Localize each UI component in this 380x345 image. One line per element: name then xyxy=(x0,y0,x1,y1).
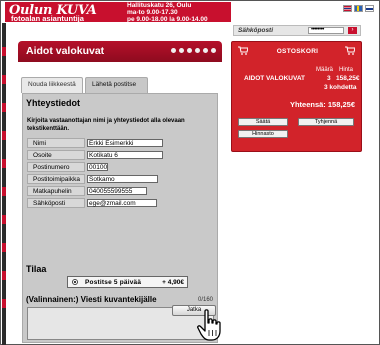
rail-marker xyxy=(2,299,6,308)
rail-marker xyxy=(2,159,6,168)
shipping-option[interactable]: Postitse 5 päivää + 4,90€ xyxy=(67,276,188,288)
step-indicator xyxy=(171,48,216,53)
field-row-address: Osoite Kotikatu 6 xyxy=(27,150,213,161)
tab-mail[interactable]: Lähetä postitse xyxy=(85,77,148,93)
panel-header: Aidot valokuvat xyxy=(18,41,222,62)
rail-marker xyxy=(2,131,6,140)
rail-marker xyxy=(2,187,6,196)
email-input[interactable]: ege@zmail.com xyxy=(87,199,157,207)
field-row-name: Nimi Erkki Esimerkki xyxy=(27,138,213,149)
cart-column-price: Hinta xyxy=(339,67,354,73)
cart-item-price: 158,25€ xyxy=(336,75,360,82)
postcode-input[interactable]: 00100 xyxy=(87,163,108,171)
english-flag-icon[interactable] xyxy=(343,5,352,12)
cart-title: OSTOSKORI xyxy=(276,48,319,55)
hours-friday: pe 9.00-18.00 la 9.00-14.00 xyxy=(127,16,208,23)
step-dot xyxy=(171,48,176,53)
rail-marker xyxy=(2,243,6,252)
step-dot xyxy=(187,48,192,53)
city-input[interactable]: Sotkamo xyxy=(87,175,158,183)
language-flags xyxy=(343,5,374,12)
field-row-postcode: Postinumero 00100 xyxy=(27,162,213,173)
name-input[interactable]: Erkki Esimerkki xyxy=(87,139,163,147)
store-hours: Hallituskatu 26, Oulu ma-to 9.00-17.30 p… xyxy=(127,2,208,23)
address-input[interactable]: Kotikatu 6 xyxy=(87,151,163,159)
field-label: Matkapuhelin xyxy=(27,186,85,196)
delivery-tabs: Nouda liikkeestä Lähetä postitse xyxy=(18,77,222,93)
shipping-price: + 4,90€ xyxy=(162,279,184,286)
field-label: Osoite xyxy=(27,150,85,160)
left-rail xyxy=(2,23,6,345)
phone-input[interactable]: 040055599555 xyxy=(87,187,147,195)
rail-marker xyxy=(2,271,6,280)
login-bar: Sähköposti •••••••• › xyxy=(233,25,361,36)
swedish-flag-icon[interactable] xyxy=(354,5,363,12)
field-row-email: Sähköposti ege@zmail.com xyxy=(27,198,213,209)
message-counter: 0/160 xyxy=(197,297,213,303)
step-dot xyxy=(211,48,216,53)
cart-item-count: 3 kohdetta xyxy=(324,84,357,91)
header: Oulun KUVA fotoalan asiantuntija Hallitu… xyxy=(2,2,378,23)
logo[interactable]: Oulun KUVA fotoalan asiantuntija Hallitu… xyxy=(5,2,231,23)
order-heading: Tilaa xyxy=(26,264,47,274)
login-email-label: Sähköposti xyxy=(238,27,274,34)
shipping-radio[interactable] xyxy=(72,279,78,285)
hand-cursor-icon xyxy=(197,309,221,341)
step-dot xyxy=(179,48,184,53)
rail-marker xyxy=(2,75,6,84)
shipping-label: Postitse 5 päivää xyxy=(85,279,142,286)
finnish-flag-icon[interactable] xyxy=(365,5,374,12)
contact-heading: Yhteystiedot xyxy=(26,98,81,108)
step-dot xyxy=(203,48,208,53)
cart-empty-button[interactable]: Tyhjennä xyxy=(298,118,354,126)
cart-column-qty: Määrä xyxy=(316,67,334,73)
rail-marker xyxy=(2,103,6,112)
field-row-phone: Matkapuhelin 040055599555 xyxy=(27,186,213,197)
field-label: Sähköposti xyxy=(27,198,85,208)
rail-marker xyxy=(2,215,6,224)
cart-total: Yhteensä: 158,25€ xyxy=(289,100,355,109)
field-label: Postinumero xyxy=(27,162,85,172)
field-row-city: Postitoimipaikka Sotkamo xyxy=(27,174,213,185)
logo-subtitle: fotoalan asiantuntija xyxy=(11,14,84,23)
cart-icon xyxy=(345,46,355,55)
login-button[interactable]: › xyxy=(348,27,357,34)
rail-marker xyxy=(2,47,6,56)
cart-item-qty: 3 xyxy=(327,75,331,82)
store-address: Hallituskatu 26, Oulu xyxy=(127,2,192,9)
hours-weekdays: ma-to 9.00-17.30 xyxy=(127,9,178,16)
field-label: Nimi xyxy=(27,138,85,148)
shopping-cart: OSTOSKORI Määrä Hinta AIDOT VALOKUVAT 3 … xyxy=(231,41,362,152)
step-dot xyxy=(195,48,200,53)
page-title: Aidot valokuvat xyxy=(26,45,105,57)
message-heading: (Valinnainen:) Viesti kuvantekijälle xyxy=(26,295,157,304)
tab-pickup[interactable]: Nouda liikkeestä xyxy=(21,77,83,93)
contact-instructions: Kirjoita vastaanottajan nimi ja yhteysti… xyxy=(27,118,185,132)
cart-item-name[interactable]: AIDOT VALOKUVAT xyxy=(244,75,305,82)
app-frame: Oulun KUVA fotoalan asiantuntija Hallitu… xyxy=(0,0,380,345)
field-label: Postitoimipaikka xyxy=(27,174,85,184)
price-list-button[interactable]: Hinnasto xyxy=(238,130,288,138)
main-panel: Aidot valokuvat Nouda liikkeestä Lähetä … xyxy=(18,41,222,343)
cart-edit-button[interactable]: Säätä xyxy=(238,118,288,126)
password-field[interactable]: •••••••• xyxy=(308,27,344,34)
